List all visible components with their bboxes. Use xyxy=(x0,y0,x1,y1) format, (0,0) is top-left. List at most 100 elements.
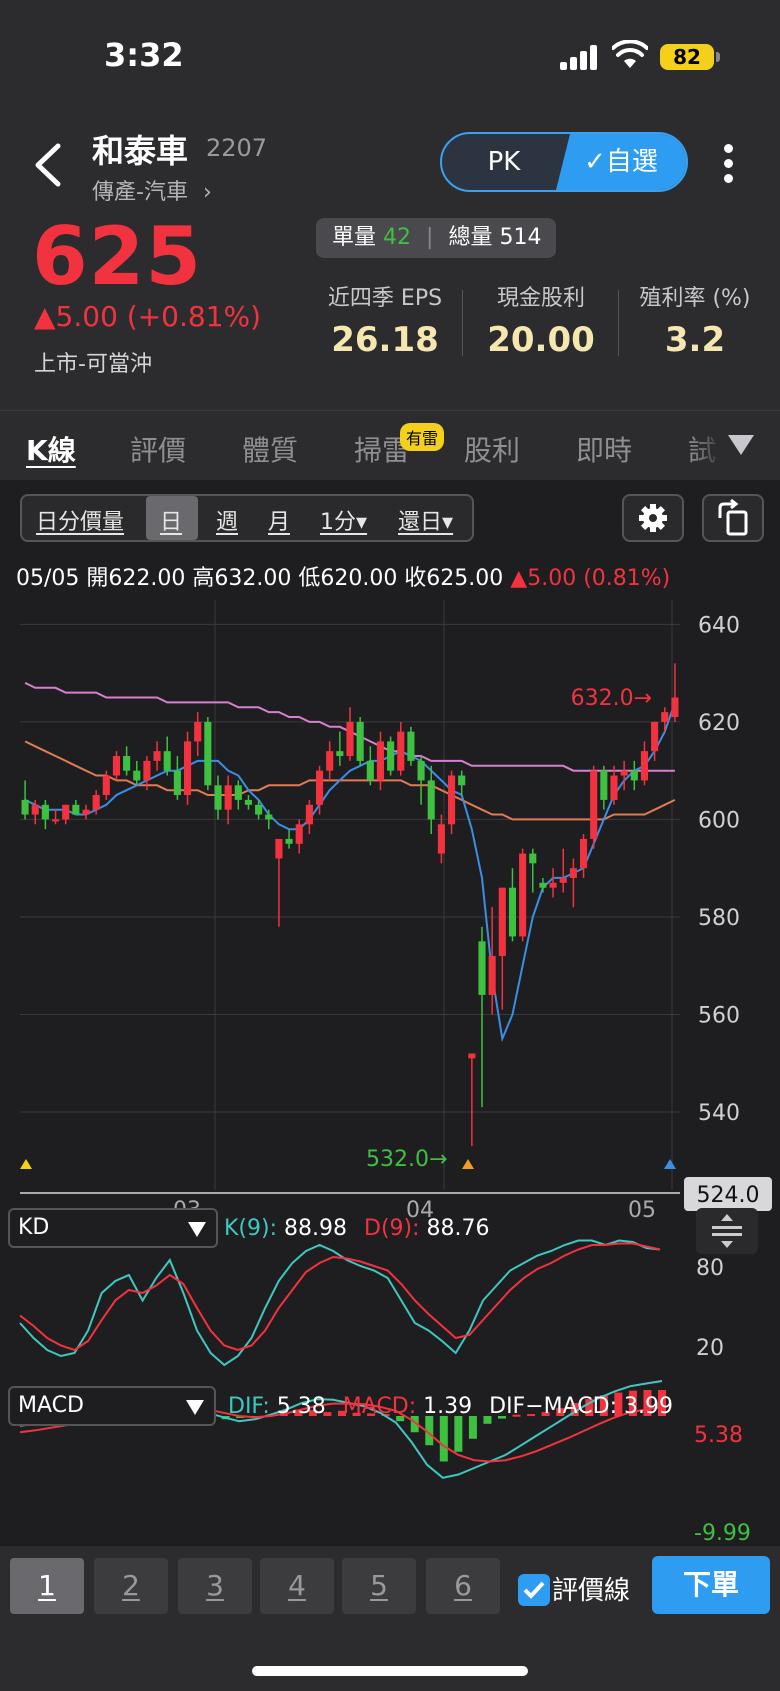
k-label: K(9): xyxy=(224,1216,278,1241)
layout-page-4[interactable]: 4 xyxy=(260,1558,334,1614)
candle-body xyxy=(610,775,618,800)
battery-icon: 82 xyxy=(660,44,714,70)
industry-label: 傳產-汽車 xyxy=(92,180,188,205)
resize-handle-icon xyxy=(712,1214,742,1248)
y-tick-label: 580 xyxy=(698,906,740,931)
adjust-select[interactable]: 還日▾ xyxy=(398,504,453,536)
volume-divider: | xyxy=(426,225,434,250)
candle-body xyxy=(427,780,435,820)
tab-kline[interactable]: K線 xyxy=(26,429,76,469)
layout-page-5[interactable]: 5 xyxy=(342,1558,416,1614)
candle-body xyxy=(82,809,90,815)
candle-body xyxy=(366,760,374,781)
macd-histogram-bar xyxy=(468,1416,477,1439)
tab-fundamentals[interactable]: 體質 xyxy=(242,429,298,469)
candle-body xyxy=(498,887,506,956)
candle-body xyxy=(173,770,181,796)
chevron-right-icon: › xyxy=(202,180,212,205)
industry-link[interactable]: 傳產-汽車 › xyxy=(92,174,212,206)
stat-value: 3.2 xyxy=(664,320,726,360)
candle-body xyxy=(600,770,608,800)
divider xyxy=(618,290,619,356)
status-time: 3:32 xyxy=(104,36,184,74)
valuation-line-label: 評價線 xyxy=(552,1576,631,1606)
period-week[interactable]: 週 xyxy=(216,504,238,536)
candle-body xyxy=(41,804,49,820)
candle-body xyxy=(224,785,232,810)
wifi-icon xyxy=(612,40,648,68)
current-price: 625 xyxy=(32,210,202,303)
candle-body xyxy=(244,799,253,805)
candle-body xyxy=(326,751,334,771)
period-month[interactable]: 月 xyxy=(268,504,290,536)
candle-body xyxy=(265,814,273,820)
risk-badge: 有雷 xyxy=(400,423,445,451)
chart-settings-button[interactable] xyxy=(622,494,684,542)
last-value-label: 524.0 xyxy=(697,1183,760,1208)
candle-body xyxy=(183,741,192,796)
candle-body xyxy=(356,721,364,761)
kd-indicator-select[interactable]: KD xyxy=(8,1208,218,1248)
candle-body xyxy=(407,731,415,761)
candle-body xyxy=(468,1053,476,1059)
key-stats: 近四季 EPS 26.18 現金股利 20.00 殖利率 (%) 3.2 xyxy=(310,280,780,360)
layout-page-3[interactable]: 3 xyxy=(178,1558,252,1614)
pk-button[interactable]: PK xyxy=(442,134,566,190)
watchlist-button[interactable]: ✓自選 xyxy=(556,134,686,190)
tab-realtime[interactable]: 即時 xyxy=(576,429,632,469)
candle-body xyxy=(661,712,669,722)
candle-body xyxy=(255,804,263,815)
candle-body xyxy=(539,882,547,888)
tab-dividend[interactable]: 股利 xyxy=(464,429,520,469)
period-minute-select[interactable]: 1分▾ xyxy=(320,504,367,536)
layout-page-1[interactable]: 1 xyxy=(10,1558,84,1614)
back-arrow-icon[interactable] xyxy=(30,140,66,190)
rotate-icon xyxy=(718,498,748,536)
period-start-marker-icon xyxy=(20,1159,32,1169)
rotate-screen-button[interactable] xyxy=(702,494,764,542)
candle-body xyxy=(640,751,649,781)
d-line xyxy=(19,1242,661,1352)
d-label: D(9): xyxy=(364,1216,420,1241)
y-tick-label: 640 xyxy=(698,613,740,638)
valuation-line-checkbox[interactable] xyxy=(518,1574,550,1606)
candle-body xyxy=(153,751,161,761)
candle-body xyxy=(346,721,354,757)
candle-body xyxy=(295,824,303,844)
period-day[interactable]: 日 xyxy=(160,504,182,536)
layout-page-2[interactable]: 2 xyxy=(94,1558,168,1614)
low-price-marker: 532.0→ xyxy=(366,1147,447,1172)
candle-body xyxy=(488,955,496,995)
stat-yield: 殖利率 (%) 3.2 xyxy=(620,280,770,360)
dropdown-arrow-icon xyxy=(188,1222,206,1237)
home-indicator xyxy=(252,1666,528,1676)
candle-body xyxy=(376,741,385,781)
tab-dropdown-icon[interactable] xyxy=(728,435,754,455)
price-change: ▲5.00 (+0.81%) xyxy=(34,300,262,333)
section-tabs: K線 評價 體質 掃雷 有雷 股利 即時 試 xyxy=(0,410,780,480)
place-order-button[interactable]: 下單 xyxy=(652,1556,770,1614)
candle-body xyxy=(102,775,110,796)
candle-body xyxy=(529,853,537,864)
listing-status: 上市-可當沖 xyxy=(34,352,152,377)
kd-values: K(9): 88.98 D(9): 88.76 xyxy=(224,1216,490,1241)
y-tick-label: 620 xyxy=(698,711,740,736)
candle-body xyxy=(519,853,527,937)
panel-resize-button[interactable] xyxy=(696,1208,758,1254)
candle-body xyxy=(620,770,628,776)
candle-body xyxy=(559,877,567,883)
layout-page-6[interactable]: 6 xyxy=(426,1558,500,1614)
dif-macd-value: 3.99 xyxy=(624,1394,673,1419)
period-end-marker-icon xyxy=(664,1159,676,1169)
period-intraday[interactable]: 日分價量 xyxy=(36,504,124,536)
tab-valuation[interactable]: 評價 xyxy=(130,429,186,469)
more-options-icon[interactable] xyxy=(722,144,734,184)
macd-indicator-select[interactable]: MACD xyxy=(8,1386,216,1426)
stat-cash-dividend: 現金股利 20.00 xyxy=(466,280,616,360)
candle-body xyxy=(508,887,517,937)
candle-body xyxy=(671,697,679,718)
ohlc-change: ▲5.00 (0.81%) xyxy=(510,566,671,591)
dropdown-arrow-icon xyxy=(186,1400,204,1415)
total-volume-label: 總量 xyxy=(448,225,493,250)
candle-body xyxy=(315,770,324,805)
